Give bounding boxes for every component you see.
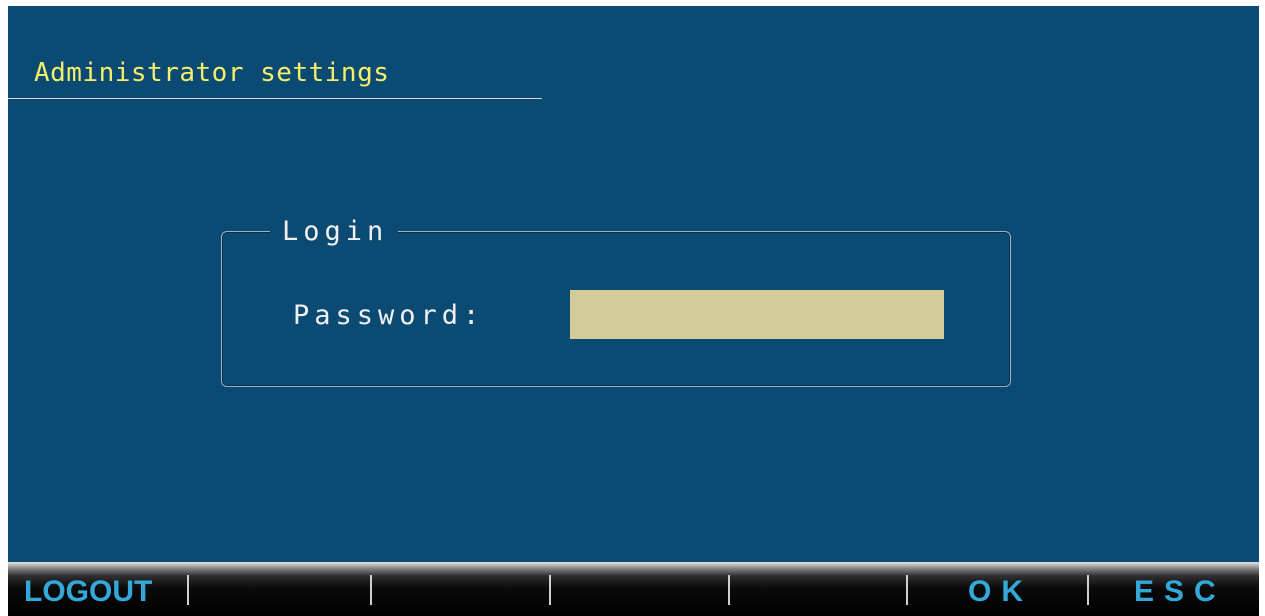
softkey-separator [549,575,551,605]
softkey-separator [370,575,372,605]
login-group: Login Password: [221,215,1011,387]
softkey-3[interactable] [378,572,548,612]
softkey-separator [906,575,908,605]
page-title: Administrator settings [34,58,390,88]
softkey-separator [1087,575,1089,605]
softkey-separator [187,575,189,605]
login-group-legend: Login [270,215,399,249]
ok-softkey[interactable]: OK [968,572,1033,612]
admin-settings-screen: Administrator settings Login Password: [8,6,1259,562]
softkey-5[interactable] [736,572,906,612]
softkey-4[interactable] [558,572,728,612]
softkey-separator [728,575,730,605]
softkey-bar: LOGOUT OK ESC [8,562,1259,616]
password-label: Password: [293,300,485,331]
esc-softkey[interactable]: ESC [1134,572,1226,612]
logout-softkey[interactable]: LOGOUT [24,572,152,612]
password-input[interactable] [570,290,944,339]
title-underline [8,98,542,99]
softkey-2[interactable] [198,572,368,612]
